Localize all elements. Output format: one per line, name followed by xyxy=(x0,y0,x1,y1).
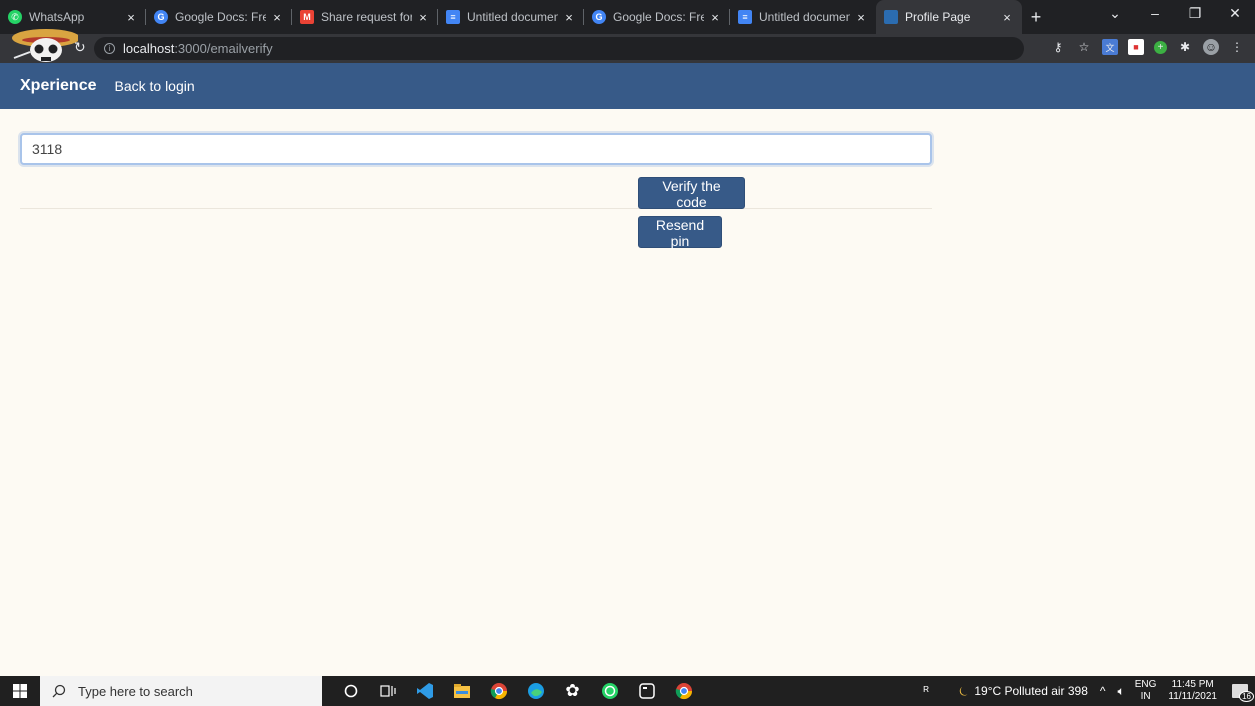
close-window-icon[interactable]: ✕ xyxy=(1215,5,1255,22)
window-controls: ⌄ – ❐ ✕ xyxy=(1095,0,1255,26)
restore-icon[interactable]: ❐ xyxy=(1175,5,1215,22)
tab-title: Google Docs: Free Onl xyxy=(175,10,266,24)
settings-gear-icon[interactable]: ✿ xyxy=(554,676,591,706)
terminal-icon[interactable] xyxy=(628,676,665,706)
browser-tab-active[interactable]: Profile Page × xyxy=(876,0,1022,34)
chrome-profile-icon[interactable] xyxy=(480,676,517,706)
new-tab-button[interactable]: + xyxy=(1022,0,1050,34)
brand-logo[interactable]: Xperience xyxy=(20,77,96,95)
react-icon xyxy=(884,10,898,24)
chevron-up-icon[interactable]: ^ xyxy=(1100,684,1106,698)
volume-icon[interactable]: 🔈︎ xyxy=(1118,684,1125,699)
profile-avatar-icon[interactable]: ☺ xyxy=(1203,39,1219,55)
close-icon[interactable]: × xyxy=(562,10,576,25)
weather-moon-icon: ⏾ xyxy=(958,683,969,698)
close-icon[interactable]: × xyxy=(416,10,430,25)
close-icon[interactable]: × xyxy=(270,10,284,25)
docs-icon: ≡ xyxy=(446,10,460,24)
tab-title: Untitled document - G xyxy=(759,10,850,24)
close-icon[interactable]: × xyxy=(124,10,138,25)
whatsapp-icon[interactable] xyxy=(591,676,628,706)
search-icon xyxy=(52,684,66,698)
people-icon[interactable]: ᴿ xyxy=(923,684,928,698)
resend-pin-button[interactable]: Resend pin xyxy=(638,216,722,249)
google-icon: G xyxy=(154,10,168,24)
taskbar-apps: ✿ xyxy=(332,676,702,706)
app-navbar: Xperience Back to login xyxy=(0,63,1255,109)
tab-title: Share request for "Un xyxy=(321,10,412,24)
address-bar[interactable]: i localhost:3000/emailverify xyxy=(94,37,1024,60)
chrome-icon[interactable] xyxy=(665,676,702,706)
browser-tab[interactable]: G Google Docs: Free Onl × xyxy=(584,0,730,34)
tab-title: Profile Page xyxy=(905,10,971,24)
browser-tab[interactable]: G Google Docs: Free Onl × xyxy=(146,0,292,34)
browser-tab-strip: ✆ WhatsApp × G Google Docs: Free Onl × M… xyxy=(0,0,1255,34)
reload-icon[interactable]: ↻ xyxy=(74,39,86,56)
weather-widget[interactable]: ⏾ 19°C Polluted air 398 xyxy=(959,684,1088,699)
docs-icon: ≡ xyxy=(738,10,752,24)
toolbar-icons: ⚷ ☆ 文 ■ + ✱ ☺ ⋮ xyxy=(1050,39,1245,55)
browser-tab[interactable]: ≡ Untitled document - G × xyxy=(438,0,584,34)
extension-icon[interactable]: ■ xyxy=(1128,39,1144,55)
url-host: localhost xyxy=(123,41,175,56)
windows-start-button[interactable] xyxy=(0,676,40,706)
close-icon[interactable]: × xyxy=(854,10,868,25)
google-icon: G xyxy=(592,10,606,24)
clock-date: 11/11/2021 xyxy=(1168,691,1217,702)
extension-green-icon[interactable]: + xyxy=(1154,40,1167,54)
file-explorer-icon[interactable] xyxy=(443,676,480,706)
taskbar-search-box[interactable]: Type here to search xyxy=(40,676,322,706)
system-clock[interactable]: 11:45 PM 11/11/2021 xyxy=(1168,679,1217,703)
weather-text: 19°C Polluted air 398 xyxy=(974,684,1088,698)
verify-code-button[interactable]: Verify the code xyxy=(638,177,745,210)
skull-logo-icon xyxy=(12,29,78,62)
puzzle-icon[interactable]: ✱ xyxy=(1177,39,1193,55)
close-icon[interactable]: × xyxy=(708,10,722,25)
notification-center-button[interactable]: 16 xyxy=(1225,684,1255,702)
tab-title: Untitled document - G xyxy=(467,10,558,24)
form-divider xyxy=(20,208,932,209)
browser-tab[interactable]: M Share request for "Un × xyxy=(292,0,438,34)
minimize-icon[interactable]: – xyxy=(1135,5,1175,21)
tab-title: Google Docs: Free Onl xyxy=(613,10,704,24)
search-placeholder: Type here to search xyxy=(78,683,193,699)
url-path: :3000/emailverify xyxy=(174,41,273,56)
task-view-icon[interactable] xyxy=(369,676,406,706)
star-icon[interactable]: ☆ xyxy=(1076,39,1092,55)
notification-count: 16 xyxy=(1239,691,1254,702)
info-icon[interactable]: i xyxy=(104,43,115,54)
browser-tab[interactable]: ≡ Untitled document - G × xyxy=(730,0,876,34)
system-tray: ᴿ ⏾ 19°C Polluted air 398 ^ 🔈︎ ENG IN 11… xyxy=(917,676,1255,706)
key-icon[interactable]: ⚷ xyxy=(1050,39,1066,55)
whatsapp-icon: ✆ xyxy=(8,10,22,24)
windows-taskbar: Type here to search ✿ ᴿ ⏾ 19°C Polluted … xyxy=(0,676,1255,706)
clock-time: 11:45 PM xyxy=(1171,679,1214,690)
browser-toolbar: ↻ i localhost:3000/emailverify ⚷ ☆ 文 ■ +… xyxy=(0,29,1255,63)
back-to-login-link[interactable]: Back to login xyxy=(114,78,194,94)
cortana-icon[interactable] xyxy=(332,676,369,706)
vscode-icon[interactable] xyxy=(406,676,443,706)
translate-extension-icon[interactable]: 文 xyxy=(1102,39,1118,55)
windows-logo-icon xyxy=(13,684,27,698)
language-indicator[interactable]: ENG IN xyxy=(1135,679,1157,703)
edge-icon[interactable] xyxy=(517,676,554,706)
verification-code-input[interactable] xyxy=(20,133,932,165)
gmail-icon: M xyxy=(300,10,314,24)
chevron-down-icon[interactable]: ⌄ xyxy=(1095,5,1135,22)
tab-title: WhatsApp xyxy=(29,10,85,24)
close-icon[interactable]: × xyxy=(1000,10,1014,25)
menu-dots-icon[interactable]: ⋮ xyxy=(1229,39,1245,55)
notification-icon: 16 xyxy=(1232,684,1254,702)
